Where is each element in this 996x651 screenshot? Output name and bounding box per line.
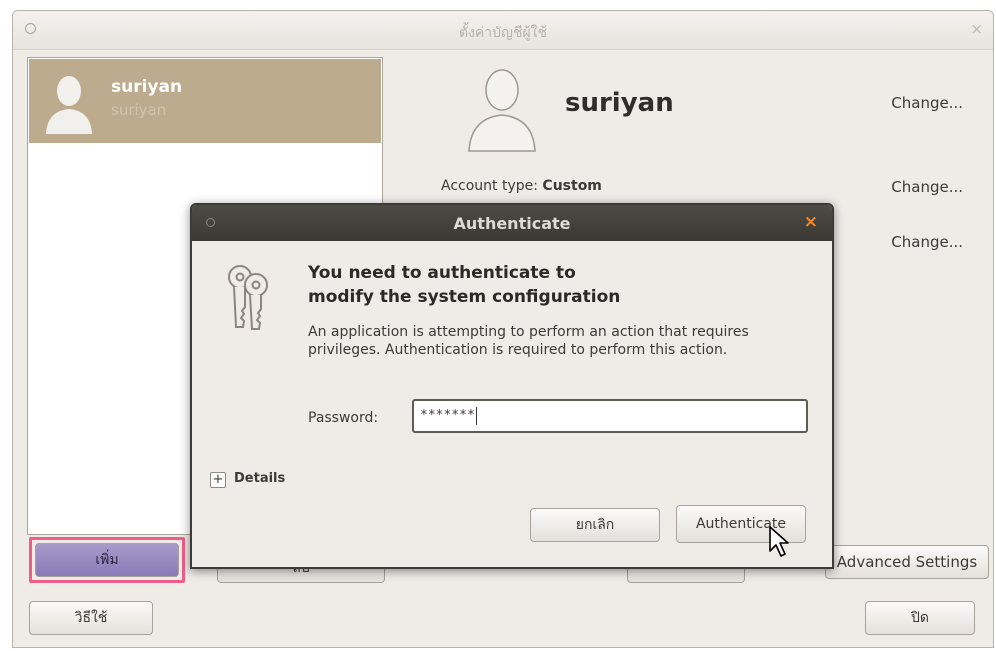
authenticate-dialog: Authenticate × You need to authenticate …	[190, 203, 834, 569]
change-name-link[interactable]: Change...	[891, 94, 963, 112]
window-title: ตั้งค่าบัญชีผู้ใช้	[458, 25, 547, 41]
dialog-close-icon[interactable]: ×	[804, 212, 818, 232]
dialog-heading-line2: modify the system configuration	[308, 287, 621, 307]
dialog-title: Authenticate	[453, 214, 571, 233]
account-type-value: Custom	[542, 178, 602, 194]
window-close-icon[interactable]: ×	[970, 20, 983, 38]
dialog-heading: You need to authenticate to modify the s…	[308, 261, 808, 309]
close-button[interactable]: ปิด	[865, 601, 975, 635]
cancel-button[interactable]: ยกเลิก	[530, 508, 660, 542]
user-avatar-icon	[46, 76, 92, 134]
change-password-link[interactable]: Change...	[891, 233, 963, 251]
change-account-type-link[interactable]: Change...	[891, 178, 963, 196]
account-name: suriyan	[565, 88, 674, 118]
mouse-pointer-icon	[769, 526, 789, 557]
window-titlebar: ตั้งค่าบัญชีผู้ใช้ ×	[13, 11, 993, 50]
text-caret	[475, 406, 477, 425]
add-user-button[interactable]: เพิ่ม	[35, 543, 179, 577]
password-field[interactable]: *******	[412, 399, 808, 433]
advanced-settings-button[interactable]: Advanced Settings	[825, 545, 989, 579]
account-type: Account type: Custom	[441, 178, 602, 194]
list-item[interactable]: suriyan suriyan	[29, 59, 381, 143]
user-avatar-icon[interactable]	[463, 63, 541, 153]
password-value: *******	[420, 408, 475, 423]
user-login: suriyan	[111, 101, 167, 119]
details-expander-icon[interactable]: +	[210, 472, 226, 488]
dialog-titlebar: Authenticate ×	[192, 205, 832, 241]
help-button[interactable]: วิธีใช้	[29, 601, 153, 635]
dialog-message: An application is attempting to perform …	[308, 324, 749, 358]
password-label: Password:	[308, 410, 379, 426]
keys-icon	[228, 265, 268, 330]
user-name: suriyan	[111, 77, 183, 97]
details-label[interactable]: Details	[234, 471, 285, 486]
dialog-heading-line1: You need to authenticate to	[308, 263, 576, 283]
account-type-label: Account type:	[441, 178, 538, 194]
